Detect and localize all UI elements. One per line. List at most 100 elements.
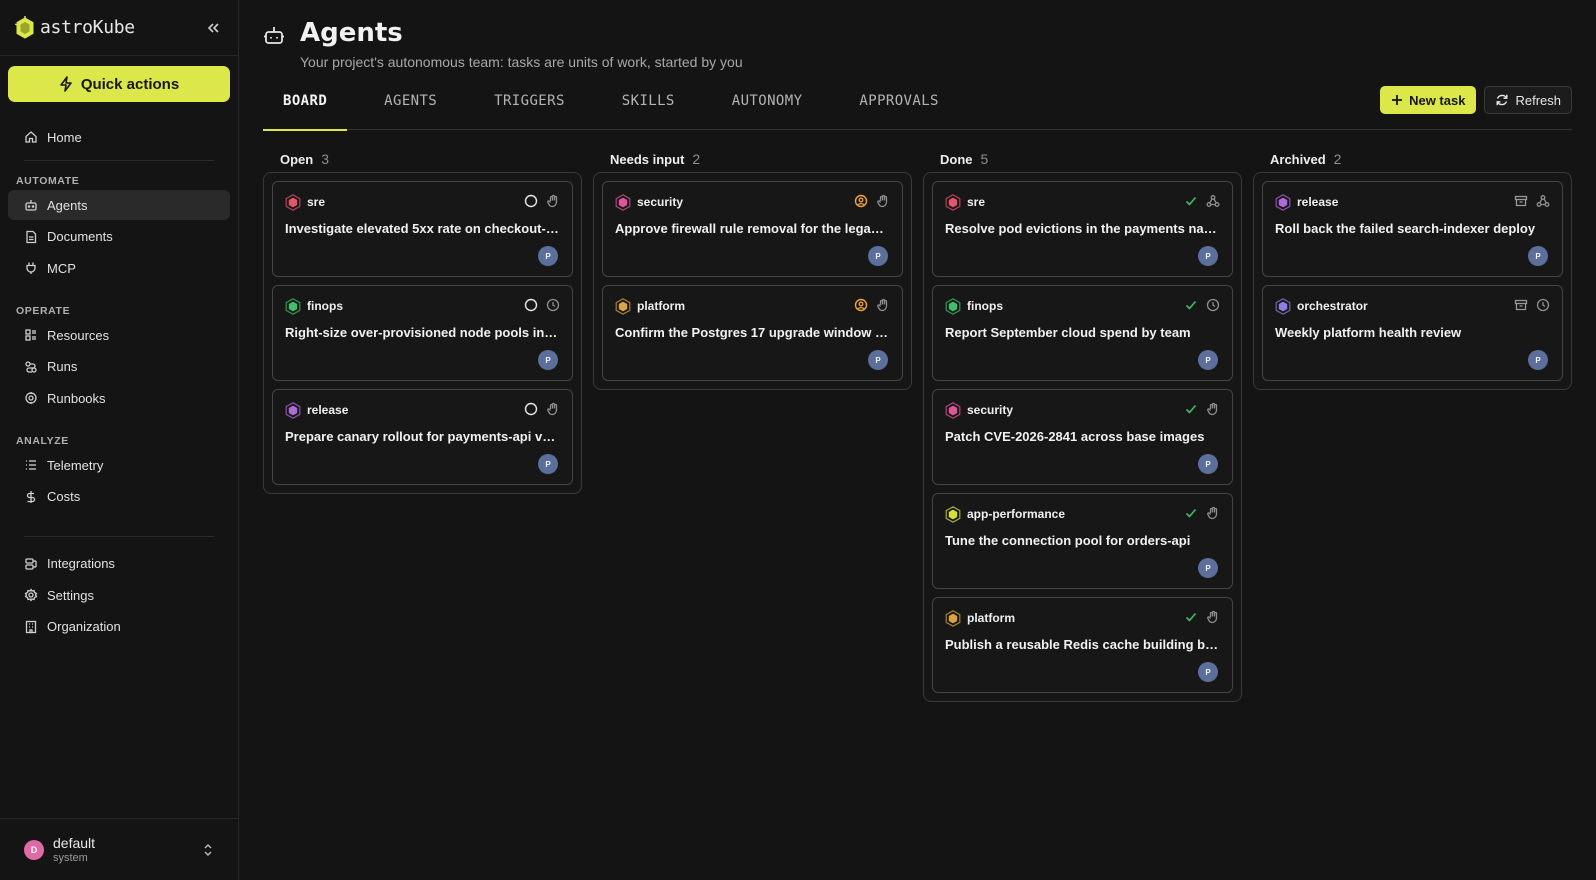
sidebar-item-telemetry[interactable]: Telemetry: [8, 450, 230, 480]
task-card[interactable]: orchestrator Weekly platform health revi…: [1262, 285, 1563, 381]
column-count: 3: [321, 151, 330, 167]
quick-actions-label: Quick actions: [80, 75, 180, 93]
card-agent: release: [1275, 192, 1550, 212]
task-card[interactable]: security Approve firewall rule removal f…: [602, 181, 903, 277]
hand-icon: [1207, 610, 1218, 624]
sidebar-item-costs[interactable]: Costs: [8, 482, 230, 512]
task-card[interactable]: sre Investigate elevated 5xx rate on che…: [272, 181, 573, 277]
agent-hex-icon: [945, 297, 961, 315]
user-switcher[interactable]: D default system: [0, 818, 238, 880]
tab-agents[interactable]: AGENTS: [364, 80, 457, 130]
card-agent: security: [615, 192, 890, 212]
assignee-avatar: P: [1528, 246, 1548, 266]
bot-icon: [25, 200, 37, 211]
toolbar: New task Refresh: [1380, 86, 1572, 114]
card-status-icons: [1184, 296, 1220, 314]
agent-hex-icon: [945, 193, 961, 211]
dollar-icon: [26, 490, 36, 503]
plug-icon: [26, 262, 36, 274]
agent-name: platform: [637, 299, 685, 313]
quick-actions-button[interactable]: Quick actions: [8, 66, 230, 102]
sidebar-item-home[interactable]: Home: [8, 122, 230, 152]
task-card[interactable]: security Patch CVE-2026-2841 across base…: [932, 389, 1233, 485]
task-card[interactable]: release Roll back the failed search-inde…: [1262, 181, 1563, 277]
task-card[interactable]: release Prepare canary rollout for payme…: [272, 389, 573, 485]
astrokube-logo-icon: [14, 15, 34, 39]
task-card[interactable]: platform Confirm the Postgres 17 upgrade…: [602, 285, 903, 381]
tab-skills[interactable]: SKILLS: [602, 80, 695, 130]
refresh-button[interactable]: Refresh: [1484, 86, 1572, 114]
card-status-icons: [1184, 608, 1220, 626]
assignee-avatar: P: [538, 454, 558, 474]
task-card[interactable]: sre Resolve pod evictions in the payment…: [932, 181, 1233, 277]
new-task-label: New task: [1409, 92, 1466, 108]
user-name: default: [53, 835, 96, 851]
task-title: Prepare canary rollout for payments-api …: [285, 429, 560, 444]
task-title: Investigate elevated 5xx rate on checkou…: [285, 221, 560, 236]
agent-hex-icon: [945, 505, 961, 523]
bolt-icon: [60, 76, 72, 92]
check-icon: [1185, 300, 1197, 310]
assignee-avatar: P: [1198, 350, 1218, 370]
user-circle-icon: [854, 194, 868, 208]
list-icon: [26, 460, 36, 470]
column-header: Needs input 2: [593, 146, 912, 172]
user-role: system: [53, 852, 88, 864]
sidebar-item-runbooks[interactable]: Runbooks: [8, 383, 230, 413]
tab-triggers[interactable]: TRIGGERS: [474, 80, 585, 130]
hand-icon: [877, 194, 888, 208]
page-header: Agents Your project's autonomous team: t…: [263, 0, 1572, 80]
home-icon: [25, 131, 37, 143]
main-content: Agents Your project's autonomous team: t…: [239, 0, 1596, 880]
card-status-icons: [1184, 400, 1220, 418]
sidebar-item-integrations[interactable]: Integrations: [8, 549, 230, 579]
card-status-icons: [854, 192, 890, 210]
sidebar-item-settings[interactable]: Settings: [8, 580, 230, 610]
assignee-avatar: P: [868, 246, 888, 266]
agent-name: platform: [967, 611, 1015, 625]
column-header: Open 3: [263, 146, 582, 172]
agent-hex-icon: [945, 401, 961, 419]
sidebar-item-agents[interactable]: Agents: [8, 190, 230, 220]
brand-name: astroKube: [40, 17, 135, 38]
sidebar-item-label: Runs: [47, 359, 78, 374]
section-automate: AUTOMATE: [16, 175, 80, 187]
column-body: sre Investigate elevated 5xx rate on che…: [263, 172, 582, 494]
card-agent: finops: [945, 296, 1220, 316]
task-card[interactable]: platform Publish a reusable Redis cache …: [932, 597, 1233, 693]
sidebar-item-documents[interactable]: Documents: [8, 222, 230, 252]
runbooks-icon: [25, 392, 37, 404]
board-column-open: Open 3 sre Investigate elevated 5xx rate…: [263, 146, 582, 702]
new-task-button[interactable]: New task: [1380, 86, 1477, 114]
agent-hex-icon: [285, 297, 301, 315]
task-title: Resolve pod evictions in the payments na…: [945, 221, 1220, 236]
tab-board[interactable]: BOARD: [263, 80, 348, 131]
tab-autonomy[interactable]: AUTONOMY: [712, 80, 823, 130]
task-card[interactable]: app-performance Tune the connection pool…: [932, 493, 1233, 589]
agent-name: finops: [967, 299, 1003, 313]
collapse-sidebar-button[interactable]: [202, 17, 224, 39]
sidebar-item-mcp[interactable]: MCP: [8, 253, 230, 283]
sidebar-item-organization[interactable]: Organization: [8, 612, 230, 642]
app-root: astroKube Quick actions Home AUTOMATE Ag…: [0, 0, 1596, 880]
circle-icon: [524, 194, 538, 208]
card-status-icons: [1184, 504, 1220, 522]
card-agent: platform: [945, 608, 1220, 628]
agent-name: release: [1297, 195, 1339, 209]
check-icon: [1185, 508, 1197, 518]
task-card[interactable]: finops Report September cloud spend by t…: [932, 285, 1233, 381]
tab-approvals[interactable]: APPROVALS: [839, 80, 958, 130]
card-status-icons: [524, 400, 560, 418]
sidebar-item-runs[interactable]: Runs: [8, 352, 230, 382]
card-agent: sre: [945, 192, 1220, 212]
task-card[interactable]: finops Right-size over-provisioned node …: [272, 285, 573, 381]
check-icon: [1185, 404, 1197, 414]
agent-hex-icon: [285, 401, 301, 419]
sidebar-item-resources[interactable]: Resources: [8, 320, 230, 350]
assignee-avatar: P: [538, 246, 558, 266]
webhook-icon: [1536, 195, 1550, 207]
check-icon: [1185, 196, 1197, 206]
sidebar-item-label: Runbooks: [47, 390, 106, 406]
archive-icon: [1514, 195, 1528, 207]
card-agent: platform: [615, 296, 890, 316]
